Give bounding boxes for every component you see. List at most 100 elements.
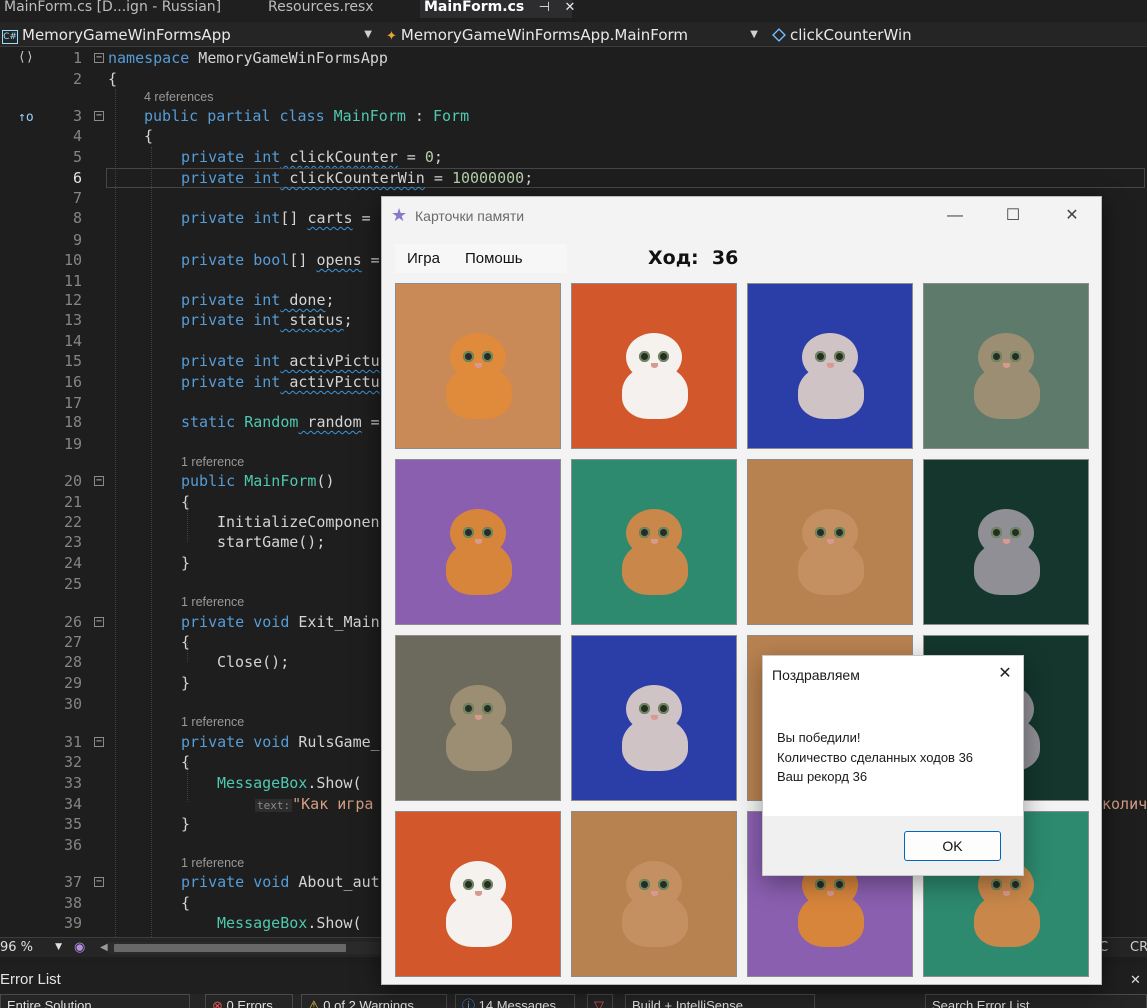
collapse-icon[interactable]: − — [94, 53, 104, 63]
line-number: 22 — [63, 513, 82, 531]
filter-icon-button[interactable]: ▽ — [587, 994, 613, 1008]
zoom-dropdown[interactable]: 96 % ▼ — [0, 938, 64, 957]
card-tile[interactable] — [571, 459, 737, 625]
panel-title: Error List — [0, 971, 61, 988]
code-token: колич — [1102, 795, 1147, 813]
code-line[interactable]: 4{ — [0, 126, 1147, 146]
tab-mainform-cs[interactable]: MainForm.cs ⊣ ✕ — [420, 0, 575, 18]
project-dropdown[interactable]: C# MemoryGameWinFormsApp ▼ — [2, 24, 376, 46]
scope-label: Entire Solution — [7, 998, 92, 1008]
chevron-down-icon: ▼ — [750, 29, 758, 40]
code-line[interactable]: 5 private int clickCounter = 0; — [0, 147, 1147, 167]
line-number: 1 — [72, 49, 82, 67]
code-line[interactable]: 1 − namespace MemoryGameWinFormsApp — [0, 48, 1147, 68]
close-icon[interactable]: ✕ — [991, 662, 1019, 686]
close-icon[interactable]: ✕ — [1130, 966, 1141, 994]
kitten-icon — [606, 853, 702, 949]
horizontal-scrollbar[interactable] — [108, 942, 380, 954]
code-lens-references[interactable]: 1 reference — [181, 855, 244, 871]
line-number: 6 — [72, 169, 82, 187]
code-lens-references[interactable]: 1 reference — [181, 454, 244, 470]
search-error-list-input[interactable]: Search Error List — [925, 994, 1147, 1008]
code-lens-references[interactable]: 4 references — [144, 89, 213, 105]
menu-bar: Игра Помошь — [395, 244, 567, 273]
tab-mainform-designer[interactable]: MainForm.cs [D...ign - Russian] — [0, 0, 225, 18]
card-tile[interactable] — [747, 283, 913, 449]
tab-resources[interactable]: Resources.resx — [264, 0, 378, 18]
close-icon[interactable]: ✕ — [564, 0, 575, 15]
line-number: 29 — [63, 674, 82, 692]
code-token: { — [181, 493, 191, 511]
code-token: } — [181, 674, 191, 692]
build-source-dropdown[interactable]: Build + IntelliSense — [625, 994, 815, 1008]
code-lens-references[interactable]: 1 reference — [181, 594, 244, 610]
warnings-filter-button[interactable]: ⚠ 0 of 2 Warnings — [301, 994, 447, 1008]
move-counter-label: Ход: — [648, 247, 699, 269]
line-number: 27 — [63, 633, 82, 651]
card-tile[interactable] — [395, 811, 561, 977]
card-tile[interactable] — [571, 283, 737, 449]
ok-button[interactable]: OK — [904, 831, 1001, 861]
collapse-icon[interactable]: − — [94, 476, 104, 486]
kitten-icon — [430, 501, 526, 597]
window-title: Карточки памяти — [415, 208, 525, 224]
line-number: 33 — [63, 774, 82, 792]
card-tile[interactable] — [571, 811, 737, 977]
card-tile[interactable] — [923, 459, 1089, 625]
line-number: 12 — [63, 291, 82, 309]
dialog-footer: OK — [763, 816, 1023, 875]
code-token: [] — [289, 251, 317, 269]
code-line[interactable]: 2{ — [0, 69, 1147, 89]
search-placeholder: Search Error List — [932, 998, 1030, 1008]
code-token: ; — [433, 148, 443, 166]
messages-filter-button[interactable]: ⓘ 14 Messages — [455, 994, 575, 1008]
collapse-icon[interactable]: − — [94, 617, 104, 627]
collapse-icon[interactable]: − — [94, 737, 104, 747]
member-name: clickCounterWin — [790, 26, 912, 44]
scroll-left-icon[interactable]: ◀ — [100, 938, 108, 957]
class-icon: ✦ — [386, 29, 397, 44]
copilot-icon[interactable]: ◉ — [74, 938, 85, 957]
window-title-bar[interactable]: ★ Карточки памяти — ☐ ✕ — [382, 197, 1101, 235]
card-tile[interactable] — [747, 459, 913, 625]
scrollbar-thumb[interactable] — [114, 944, 346, 952]
pin-icon[interactable]: ⊣ — [539, 0, 550, 15]
line-number: 14 — [63, 332, 82, 350]
messages-label: 14 Messages — [478, 998, 556, 1008]
code-line[interactable]: 3 − public partial class MainForm : Form — [0, 106, 1147, 126]
code-token: activPictu — [280, 352, 380, 370]
code-token: status — [280, 311, 344, 329]
scope-dropdown[interactable]: Entire Solution — [0, 994, 190, 1008]
card-tile[interactable] — [395, 459, 561, 625]
line-number: 16 — [63, 373, 82, 391]
menu-game[interactable]: Игра — [395, 244, 452, 273]
menu-help[interactable]: Помошь — [453, 244, 535, 273]
maximize-button[interactable]: ☐ — [990, 201, 1036, 231]
code-lens-references[interactable]: 1 reference — [181, 714, 244, 730]
code-line-current[interactable]: 6 private int clickCounterWin = 10000000; — [0, 168, 1147, 188]
code-token: MessageBox — [217, 914, 308, 932]
errors-filter-button[interactable]: ⊗ 0 Errors — [205, 994, 293, 1008]
dialog-line: Ваш рекорд 36 — [777, 769, 868, 784]
card-tile[interactable] — [395, 635, 561, 801]
code-token: random — [298, 413, 362, 431]
code-token: 10000000 — [451, 169, 525, 187]
collapse-icon[interactable]: − — [94, 111, 104, 121]
card-tile[interactable] — [395, 283, 561, 449]
collapse-icon[interactable]: − — [94, 877, 104, 887]
line-number: 8 — [72, 209, 82, 227]
line-number: 24 — [63, 554, 82, 572]
member-dropdown[interactable]: clickCounterWin — [772, 24, 1147, 46]
class-dropdown[interactable]: ✦ MemoryGameWinFormsApp.MainForm ▼ — [386, 24, 762, 46]
code-token: { — [181, 753, 191, 771]
line-number: 25 — [63, 575, 82, 593]
minimize-button[interactable]: — — [932, 201, 978, 231]
card-tile[interactable] — [571, 635, 737, 801]
code-token: .Show( — [307, 914, 362, 932]
move-counter: Ход: 36 — [648, 247, 738, 269]
document-tab-bar: MainForm.cs [D...ign - Russian] Resource… — [0, 0, 1147, 18]
card-tile[interactable] — [923, 283, 1089, 449]
code-token: private bool — [181, 251, 290, 269]
close-button[interactable]: ✕ — [1049, 201, 1095, 231]
kitten-icon — [782, 501, 878, 597]
